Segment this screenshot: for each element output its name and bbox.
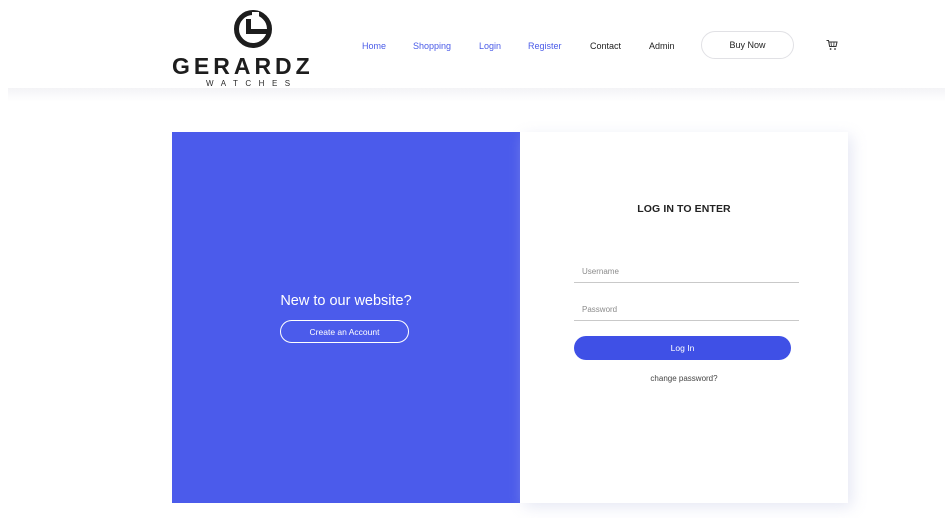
g-monogram-icon xyxy=(234,10,272,48)
password-input[interactable] xyxy=(574,301,799,321)
change-password-link[interactable]: change password? xyxy=(520,374,848,384)
signup-heading: New to our website? xyxy=(280,293,412,309)
nav-admin[interactable]: Admin xyxy=(649,40,675,52)
login-heading: LOG IN TO ENTER xyxy=(637,203,731,215)
signup-panel: New to our website? Create an Account xyxy=(172,132,520,503)
nav-home[interactable]: Home xyxy=(362,40,386,52)
nav-register[interactable]: Register xyxy=(528,40,562,52)
username-input[interactable] xyxy=(574,263,799,283)
nav-contact[interactable]: Contact xyxy=(590,40,621,52)
buy-now-button[interactable]: Buy Now xyxy=(701,31,794,59)
nav-shopping[interactable]: Shopping xyxy=(413,40,451,52)
nav-login[interactable]: Login xyxy=(479,40,501,52)
create-account-button[interactable]: Create an Account xyxy=(280,320,409,343)
site-header: GERARDZ WATCHES Home Shopping Login Regi… xyxy=(0,0,945,92)
brand-logo[interactable]: GERARDZ WATCHES xyxy=(172,8,348,90)
login-panel: LOG IN TO ENTER Log In change password? xyxy=(520,132,848,503)
log-in-button[interactable]: Log In xyxy=(574,336,791,360)
header-divider xyxy=(8,88,945,102)
cart-icon[interactable] xyxy=(826,39,838,51)
brand-name: GERARDZ xyxy=(172,53,314,79)
page: GERARDZ WATCHES Home Shopping Login Regi… xyxy=(0,0,945,518)
